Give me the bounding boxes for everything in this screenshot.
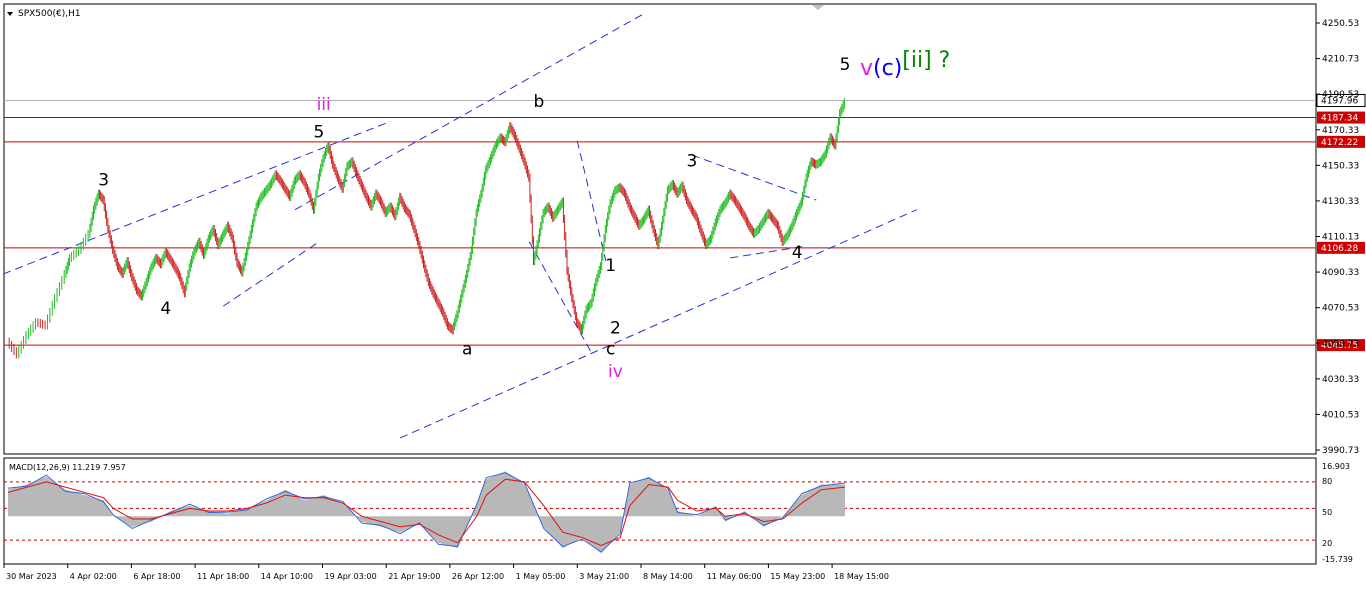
x-axis-label: 1 May 05:00 [516, 572, 566, 581]
x-axis-label: 18 May 15:00 [834, 572, 889, 581]
x-axis-label: 26 Apr 12:00 [452, 572, 504, 581]
x-axis-label: 4 Apr 02:00 [70, 572, 117, 581]
price-axis-label: 4050.73 [1322, 339, 1359, 349]
macd-axis-label: 80 [1322, 477, 1332, 486]
price-axis-label: 4070.53 [1322, 304, 1359, 314]
wave-prefix-label: v [860, 56, 873, 81]
level-price-label: 4187.34 [1321, 114, 1358, 124]
price-axis-label: 4030.33 [1322, 375, 1359, 385]
x-axis-label: 30 Mar 2023 [6, 572, 57, 581]
price-axis-label: 4170.33 [1322, 126, 1359, 136]
wave-middle-label: (c) [873, 56, 902, 81]
price-axis-label: 4130.33 [1322, 197, 1359, 207]
macd-indicator-label: MACD(12,26,9) 11.219 7.957 [9, 463, 126, 472]
x-axis-label: 19 Apr 03:00 [325, 572, 377, 581]
wave-label: 4 [160, 299, 171, 319]
wave-suffix-label: [ii] ? [902, 48, 950, 73]
wave-label: 3 [687, 151, 698, 171]
price-axis-label: 4110.13 [1322, 233, 1359, 243]
wave-label: c [606, 339, 615, 359]
wave-label: 5 [313, 122, 324, 142]
x-axis-label: 3 May 21:00 [579, 572, 629, 581]
chart-root: 4187.34 4172.22 4106.28 4045.75 4197.96 3 4 ii… [0, 0, 1366, 588]
wave-label: 4 [792, 243, 803, 263]
price-axis-label: 4190.53 [1322, 90, 1359, 100]
x-axis-label: 8 May 14:00 [643, 572, 693, 581]
wave-label: 5 [840, 55, 851, 75]
price-axis-label: 4090.33 [1322, 268, 1359, 278]
level-price-label: 4172.22 [1321, 138, 1358, 148]
x-axis-label: 21 Apr 19:00 [388, 572, 440, 581]
x-axis-label: 11 May 06:00 [707, 572, 762, 581]
wave-label: 3 [98, 171, 109, 191]
wave-label: 1 [605, 256, 616, 276]
macd-axis-label: -15.739 [1322, 555, 1353, 564]
price-axis-label: 4210.73 [1322, 55, 1359, 65]
wave-label: b [533, 92, 544, 112]
x-axis-label: 6 Apr 18:00 [133, 572, 180, 581]
macd-axis-label: 16.903 [1322, 462, 1350, 471]
price-axis-label: 4250.53 [1322, 19, 1359, 29]
chart-canvas[interactable]: 4187.344172.224106.284045.754197.96 34ii… [0, 0, 1366, 588]
wave-label: iv [608, 362, 623, 382]
wave-label: a [462, 339, 472, 359]
symbol-timeframe-label: SPX500(€),H1 [18, 9, 81, 19]
x-axis-label: 11 Apr 18:00 [197, 572, 249, 581]
x-axis-label: 14 Apr 10:00 [261, 572, 313, 581]
wave-label: 2 [610, 318, 621, 338]
macd-axis-label: 20 [1322, 539, 1332, 548]
wave-label: iii [317, 95, 331, 115]
level-price-label: 4106.28 [1321, 244, 1358, 254]
macd-axis-label: 50 [1322, 508, 1332, 517]
x-axis-label: 15 May 23:00 [770, 572, 825, 581]
price-axis-label: 4010.53 [1322, 410, 1359, 420]
price-axis-label: 4150.33 [1322, 161, 1359, 171]
price-axis-label: 3990.73 [1322, 446, 1359, 456]
